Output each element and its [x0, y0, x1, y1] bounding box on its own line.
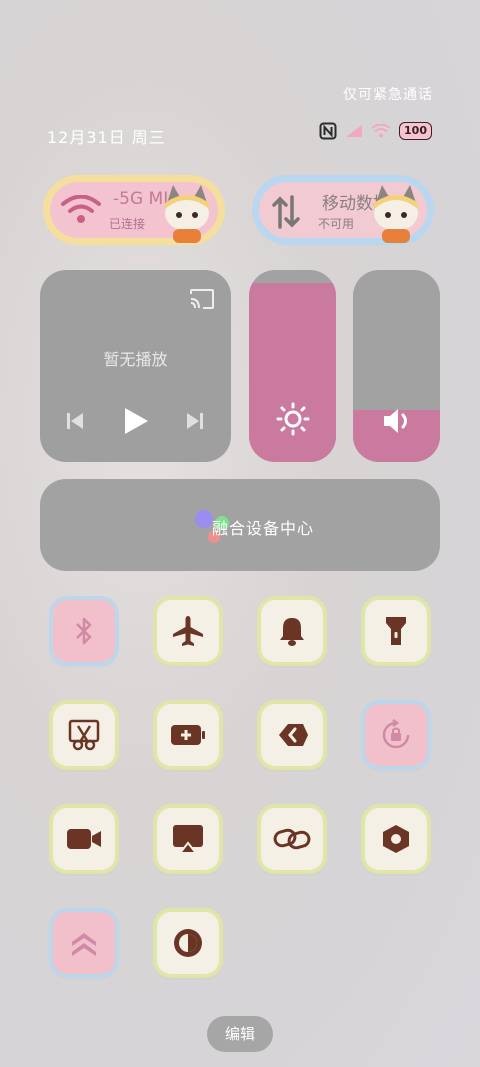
mobile-data-toggle[interactable]: 移动数据 不可用: [252, 175, 434, 245]
data-arrows-icon: [270, 195, 302, 233]
wifi-status-icon: [371, 124, 391, 138]
bluetooth-icon: [76, 617, 92, 645]
speaker-icon: [353, 406, 440, 436]
signal-icon: [345, 124, 363, 138]
anime-cat-decoration-icon: [374, 185, 418, 243]
wifi-toggle[interactable]: -5G MI 已连接: [43, 175, 225, 245]
next-track-icon[interactable]: [184, 410, 206, 436]
double-chevron-up-icon: [72, 933, 96, 956]
anime-cat-decoration-icon: [165, 185, 209, 243]
scissors-icon: [68, 719, 100, 751]
tile-settings[interactable]: [365, 808, 427, 870]
device-hub-label: 融合设备中心: [212, 519, 315, 538]
sun-icon: [249, 402, 336, 436]
video-camera-icon: [67, 829, 101, 849]
cast-screen-icon: [173, 825, 203, 854]
date-text: 12月31日 周三: [47, 128, 166, 147]
tile-performance[interactable]: [53, 912, 115, 974]
bell-icon: [280, 618, 304, 646]
status-icons: 100: [319, 122, 432, 140]
tile-bluetooth[interactable]: [53, 600, 115, 662]
link-icon: [273, 828, 311, 850]
tile-screen-cast[interactable]: [157, 808, 219, 870]
cast-icon[interactable]: [189, 288, 215, 314]
nfc-icon: [319, 122, 337, 140]
chevron-code-icon: [279, 724, 308, 746]
flashlight-icon: [386, 617, 406, 645]
edit-button[interactable]: 编辑: [207, 1016, 273, 1052]
hex-nut-icon: [383, 825, 409, 853]
emergency-calls-only-text: 仅可紧急通话: [343, 87, 433, 103]
media-player-card[interactable]: 暂无播放: [40, 270, 231, 462]
brightness-slider[interactable]: [249, 270, 336, 462]
tile-rotation-lock[interactable]: [365, 704, 427, 766]
previous-track-icon[interactable]: [64, 410, 86, 436]
tile-airplane-mode[interactable]: [157, 600, 219, 662]
wifi-status-text: 已连接: [109, 217, 146, 231]
tile-screen-record[interactable]: [53, 808, 115, 870]
volume-slider[interactable]: [353, 270, 440, 462]
tile-dark-mode[interactable]: [157, 912, 219, 974]
device-hub-card[interactable]: 融合设备中心: [40, 479, 440, 571]
mobile-data-status: 不可用: [318, 217, 355, 231]
tile-screenshot[interactable]: [53, 704, 115, 766]
now-playing-text: 暂无播放: [103, 350, 168, 369]
tile-battery-saver[interactable]: [157, 704, 219, 766]
rotation-lock-icon: [382, 719, 410, 749]
contrast-icon: [174, 929, 202, 957]
battery-indicator: 100: [399, 122, 432, 140]
tile-sound[interactable]: [261, 600, 323, 662]
battery-plus-icon: [171, 725, 205, 745]
tile-vpn[interactable]: [261, 704, 323, 766]
play-icon[interactable]: [122, 406, 150, 440]
airplane-icon: [173, 616, 203, 646]
tile-link-share[interactable]: [261, 808, 323, 870]
wifi-icon: [61, 194, 101, 229]
tile-flashlight[interactable]: [365, 600, 427, 662]
